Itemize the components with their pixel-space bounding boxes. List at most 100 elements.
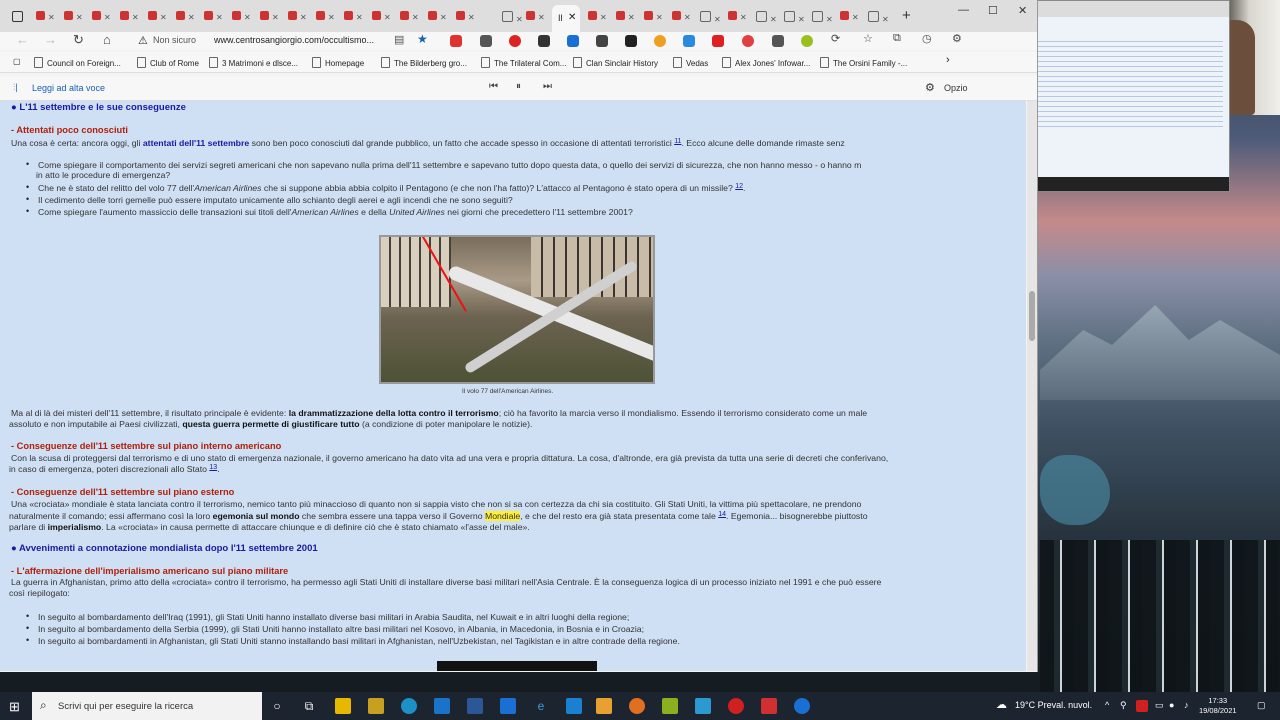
weather-icon[interactable]: ☁ xyxy=(996,698,1007,711)
bookmarks-menu-icon[interactable]: ▢ xyxy=(13,57,21,66)
windows-start-icon[interactable]: ⊞ xyxy=(9,699,20,715)
bookmark-3[interactable]: 3 Matrimoni e dlsce... xyxy=(209,57,298,68)
extension-icon-10[interactable] xyxy=(712,35,724,47)
sync-icon[interactable]: ⟳ xyxy=(831,32,840,45)
cortana-icon[interactable]: ○ xyxy=(269,698,285,714)
extension-icon-9[interactable] xyxy=(683,35,695,47)
bookmark-10[interactable]: The Orsini Family -... xyxy=(820,57,907,68)
tray-app-icon-1[interactable] xyxy=(1136,700,1148,712)
extension-icon-1[interactable] xyxy=(450,35,462,47)
extension-icon-5[interactable] xyxy=(567,35,579,47)
tab-29[interactable]: ✕ xyxy=(868,9,894,24)
tab-10[interactable]: ✕ xyxy=(288,9,314,23)
favorite-star-icon[interactable]: ★ xyxy=(417,32,428,46)
tab-active[interactable]: Il ✕ xyxy=(552,5,580,32)
edge-icon[interactable] xyxy=(401,698,417,714)
forward-icon[interactable]: → xyxy=(44,32,57,47)
refresh-icon[interactable]: ↻ xyxy=(73,32,84,48)
history-icon[interactable]: ◷ xyxy=(922,32,932,45)
footnote-link-12[interactable]: 12 xyxy=(735,183,743,190)
bookmark-8[interactable]: Vedas xyxy=(673,57,708,68)
address-bar[interactable]: ⚠ Non sicuro www.centrosangiorgio.com/oc… xyxy=(128,32,410,50)
vertical-scrollbar[interactable] xyxy=(1027,101,1037,671)
app-icon-6[interactable] xyxy=(695,698,711,714)
tab-5[interactable]: ✕ xyxy=(148,9,174,23)
internet-explorer-icon[interactable]: e xyxy=(533,698,549,714)
tab-23[interactable]: ✕ xyxy=(700,9,726,24)
tab-4[interactable]: ✕ xyxy=(120,9,146,23)
tray-chevron-icon[interactable]: ^ xyxy=(1105,700,1109,710)
voice-options-label[interactable]: Opzio xyxy=(944,83,968,93)
app-icon-8[interactable] xyxy=(761,698,777,714)
task-view-icon[interactable]: ⧉ xyxy=(301,698,317,714)
new-tab-button[interactable]: + xyxy=(902,7,911,24)
close-window-icon[interactable]: ✕ xyxy=(1018,4,1027,17)
notifications-icon[interactable]: ▢ xyxy=(1257,700,1266,711)
extension-icon-2[interactable] xyxy=(480,35,492,47)
collections-icon[interactable]: ⧉ xyxy=(893,32,901,45)
bookmark-9[interactable]: Alex Jones' Infowar... xyxy=(722,57,810,68)
network-icon[interactable]: ▭ xyxy=(1155,700,1164,711)
store-icon[interactable] xyxy=(368,698,384,714)
tab-14[interactable]: ✕ xyxy=(400,9,426,23)
settings-icon[interactable]: ⚙ xyxy=(952,32,962,45)
tab-15[interactable]: ✕ xyxy=(428,9,454,23)
tab-27[interactable]: ✕ xyxy=(812,9,838,24)
tab-6[interactable]: ✕ xyxy=(176,9,202,23)
tab-8[interactable]: ✕ xyxy=(232,9,258,23)
bookmark-7[interactable]: Clan Sinclair History xyxy=(573,57,658,68)
home-icon[interactable]: ⌂ xyxy=(103,32,111,47)
tab-7[interactable]: ✕ xyxy=(204,9,230,23)
file-explorer-icon[interactable] xyxy=(335,698,351,714)
pause-icon[interactable]: ⏸ xyxy=(516,81,521,92)
extension-icon-7[interactable] xyxy=(625,35,637,47)
tab-actions-icon[interactable] xyxy=(12,9,38,23)
tab-22[interactable]: ✕ xyxy=(672,9,698,23)
microphone-icon[interactable]: ⚲ xyxy=(1120,700,1127,711)
tab-3[interactable]: ✕ xyxy=(92,9,118,23)
read-aloud-icon[interactable]: ⫶| xyxy=(13,82,18,93)
bookmarks-more-icon[interactable]: › xyxy=(946,54,950,66)
url-text[interactable]: www.centrosangiorgio.com/occultismo... xyxy=(214,35,374,45)
app-icon-7[interactable] xyxy=(728,698,744,714)
favorites-icon[interactable]: ☆ xyxy=(863,32,873,45)
taskbar-search-box[interactable]: ⌕ Scrivi qui per eseguire la ricerca xyxy=(32,692,262,720)
extension-icon-6[interactable] xyxy=(596,35,608,47)
warning-icon[interactable]: ⚠ xyxy=(138,34,148,47)
system-clock[interactable]: 17:33 19/08/2021 xyxy=(1199,696,1237,716)
app-icon-4[interactable] xyxy=(629,698,645,714)
tab-9[interactable]: ✕ xyxy=(260,9,286,23)
tray-app-icon-2[interactable]: ● xyxy=(1169,700,1174,710)
app-icon-2[interactable] xyxy=(566,698,582,714)
tab-26[interactable]: ✕ xyxy=(784,9,810,24)
tab-12[interactable]: ✕ xyxy=(344,9,370,23)
tab-20[interactable]: ✕ xyxy=(616,9,642,23)
voice-options-icon[interactable]: ⚙ xyxy=(925,81,935,94)
tab-close-icon[interactable]: ✕ xyxy=(568,12,576,23)
bookmark-2[interactable]: Club of Rome xyxy=(137,57,199,68)
next-paragraph-icon[interactable]: ⏭ xyxy=(543,81,552,92)
tab-25[interactable]: ✕ xyxy=(756,9,782,24)
tab-21[interactable]: ✕ xyxy=(644,9,670,23)
tab-17[interactable]: ✕ xyxy=(502,9,528,24)
mail-icon[interactable] xyxy=(434,698,450,714)
tab-1[interactable]: ✕ xyxy=(36,9,62,23)
tab-28[interactable]: ✕ xyxy=(840,9,866,23)
tab-2[interactable]: ✕ xyxy=(64,9,90,23)
reader-view-icon[interactable]: ▤ xyxy=(394,33,404,46)
tab-11[interactable]: ✕ xyxy=(316,9,342,23)
scrollbar-thumb[interactable] xyxy=(1029,291,1035,341)
extension-icon-11[interactable] xyxy=(742,35,754,47)
bookmark-5[interactable]: The Bilderberg gro... xyxy=(381,57,467,68)
footnote-link-14[interactable]: 14 xyxy=(718,511,726,518)
bookmark-6[interactable]: The Trilateral Com... xyxy=(481,57,566,68)
bookmark-4[interactable]: Homepage xyxy=(312,57,364,68)
app-icon-5[interactable] xyxy=(662,698,678,714)
app-icon-1[interactable] xyxy=(500,698,516,714)
extension-icon-12[interactable] xyxy=(772,35,784,47)
tab-13[interactable]: ✕ xyxy=(372,9,398,23)
extension-icon-13[interactable] xyxy=(801,35,813,47)
extension-icon-3[interactable] xyxy=(509,35,521,47)
tab-24[interactable]: ✕ xyxy=(728,9,754,23)
extension-icon-4[interactable] xyxy=(538,35,550,47)
